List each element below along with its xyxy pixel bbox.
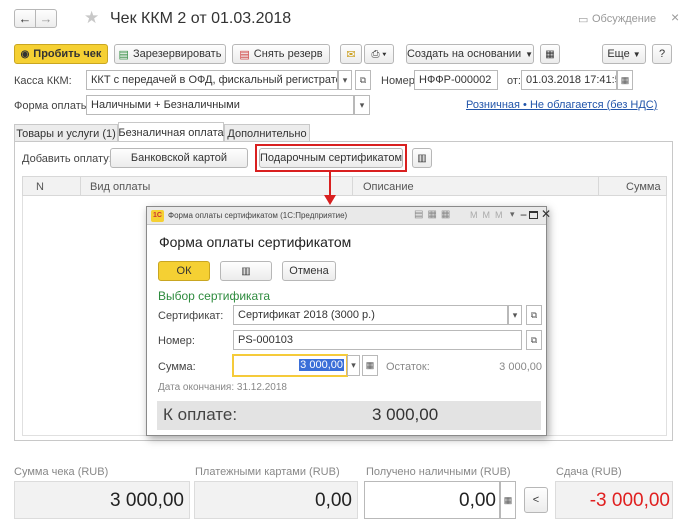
certificate-field[interactable]: Сертификат 2018 (3000 р.) bbox=[233, 305, 508, 325]
discussion-icon[interactable]: ▭ bbox=[578, 13, 588, 26]
number-field[interactable]: НФФР-000002 bbox=[414, 70, 498, 90]
dialog-minimize-icon[interactable]: − bbox=[520, 208, 527, 222]
remove-reserve-label: Снять резерв bbox=[253, 48, 323, 60]
column-divider bbox=[80, 176, 81, 196]
tab-additional[interactable]: Дополнительно bbox=[224, 124, 310, 142]
calculator-icon[interactable]: ▦ bbox=[362, 355, 378, 376]
dialog-close-icon[interactable]: ✕ bbox=[541, 207, 551, 221]
cancel-button[interactable]: Отмена bbox=[282, 261, 336, 281]
page-title: Чек ККМ 2 от 01.03.2018 bbox=[110, 10, 292, 27]
sum-label: Сумма: bbox=[158, 361, 196, 373]
cash-value: 0,00 bbox=[459, 490, 496, 511]
chevron-down-icon: ▼ bbox=[632, 49, 641, 59]
chevron-down-icon: ▼ bbox=[525, 49, 534, 59]
dialog-memory-icon[interactable]: MMM bbox=[470, 210, 508, 220]
payment-form-dropdown[interactable]: ▾ bbox=[354, 95, 370, 115]
reserve-icon: ▤ bbox=[118, 48, 129, 61]
reserve-label: Зарезервировать bbox=[132, 48, 222, 60]
cards-label: Платежными картами (RUB) bbox=[195, 466, 340, 478]
column-description: Описание bbox=[363, 181, 414, 193]
cards-value: 0,00 bbox=[315, 490, 352, 511]
gift-certificate-highlight bbox=[255, 144, 407, 172]
to-pay-label: К оплате: bbox=[163, 405, 238, 424]
cert-number-label: Номер: bbox=[158, 335, 195, 347]
kkm-open-icon[interactable]: ⧉ bbox=[355, 70, 371, 90]
cert-number-open-icon[interactable]: ⧉ bbox=[526, 330, 542, 350]
date-label: от: bbox=[507, 75, 521, 87]
to-pay-value: 3 000,00 bbox=[372, 405, 439, 424]
date-field[interactable]: 01.03.2018 17:41:55 bbox=[521, 70, 617, 90]
column-payment-type: Вид оплаты bbox=[90, 181, 151, 193]
remove-reserve-icon: ▤ bbox=[239, 48, 250, 61]
create-based-label: Создать на основании bbox=[406, 48, 522, 60]
dialog-title: Форма оплаты сертификатом bbox=[159, 234, 352, 250]
sum-field[interactable]: 3 000,00 bbox=[233, 355, 347, 376]
cert-number-field[interactable]: PS-000103 bbox=[233, 330, 522, 350]
column-n: N bbox=[36, 181, 44, 193]
column-divider bbox=[352, 176, 353, 196]
backspace-button[interactable]: < bbox=[524, 487, 548, 513]
expiry-date: Дата окончания: 31.12.2018 bbox=[158, 382, 287, 393]
mail-button[interactable]: ✉ bbox=[340, 44, 362, 64]
change-label: Сдача (RUB) bbox=[556, 466, 622, 478]
certificate-label: Сертификат: bbox=[158, 310, 224, 322]
scan-barcode-button[interactable]: ▥ bbox=[412, 148, 432, 168]
scan-barcode-button[interactable]: ▥ bbox=[220, 261, 272, 281]
forward-button[interactable]: → bbox=[35, 9, 57, 28]
ok-button[interactable]: ОК bbox=[158, 261, 210, 281]
section-title: Выбор сертификата bbox=[158, 289, 271, 303]
add-payment-label: Добавить оплату: bbox=[22, 153, 112, 165]
punch-check-label: Пробить чек bbox=[33, 48, 102, 60]
arrow-line bbox=[329, 172, 331, 196]
column-divider bbox=[598, 176, 599, 196]
change-value: -3 000,00 bbox=[589, 490, 670, 511]
tab-cashless[interactable]: Безналичная оплата bbox=[118, 122, 224, 142]
cash-label: Получено наличными (RUB) bbox=[366, 466, 511, 478]
kkm-label: Касса ККМ: bbox=[14, 75, 72, 87]
payment-form-field[interactable]: Наличными + Безналичными bbox=[86, 95, 354, 115]
balance-value: 3 000,00 bbox=[499, 361, 542, 373]
close-icon[interactable]: × bbox=[671, 9, 679, 25]
bank-card-button[interactable]: Банковской картой bbox=[110, 148, 248, 168]
check-sum-label: Сумма чека (RUB) bbox=[14, 466, 109, 478]
dialog-maximize-icon[interactable] bbox=[529, 211, 538, 219]
number-label: Номер: bbox=[381, 75, 418, 87]
star-icon[interactable]: ★ bbox=[84, 8, 99, 28]
retail-link[interactable]: Розничная • Не облагается (без НДС) bbox=[466, 99, 657, 111]
punch-check-button[interactable]: ◉ Пробить чек bbox=[14, 44, 108, 64]
more-label: Еще bbox=[607, 48, 630, 60]
sum-dropdown[interactable]: ▾ bbox=[347, 355, 360, 376]
balance-label: Остаток: bbox=[386, 361, 430, 373]
dialog-window-title: Форма оплаты сертификатом (1С:Предприяти… bbox=[168, 211, 348, 220]
certificate-open-icon[interactable]: ⧉ bbox=[526, 305, 542, 325]
reserve-button[interactable]: ▤ Зарезервировать bbox=[114, 44, 226, 64]
calendar-icon[interactable]: ▦ bbox=[617, 70, 633, 90]
discussion-link[interactable]: Обсуждение bbox=[592, 13, 656, 25]
certificate-dropdown[interactable]: ▾ bbox=[508, 305, 522, 325]
print-button[interactable]: ⎙ ▾ bbox=[364, 44, 394, 64]
calculator-icon[interactable]: ▦ bbox=[500, 481, 516, 519]
app-logo-icon: 1С bbox=[151, 210, 164, 222]
sum-value: 3 000,00 bbox=[299, 359, 344, 371]
dialog-menu-icon[interactable]: ▾ bbox=[510, 209, 515, 220]
payment-form-label: Форма оплаты: bbox=[14, 100, 92, 112]
kkm-field[interactable]: ККТ с передачей в ОФД, фискальный регист… bbox=[86, 70, 338, 90]
column-sum: Сумма bbox=[626, 181, 661, 193]
document-icon-button[interactable]: ▦ bbox=[540, 44, 560, 64]
kkm-dropdown[interactable]: ▾ bbox=[338, 70, 352, 90]
check-sum-value: 3 000,00 bbox=[110, 490, 184, 511]
check-icon: ◉ bbox=[20, 48, 30, 60]
help-button[interactable]: ? bbox=[652, 44, 672, 64]
back-button[interactable]: ← bbox=[14, 9, 36, 28]
more-button[interactable]: Еще ▼ bbox=[602, 44, 646, 64]
tab-goods[interactable]: Товары и услуги (1) bbox=[14, 124, 118, 142]
remove-reserve-button[interactable]: ▤ Снять резерв bbox=[232, 44, 330, 64]
dialog-tools-icon[interactable]: ▤▦▦ bbox=[414, 209, 454, 220]
create-based-button[interactable]: Создать на основании ▼ bbox=[406, 44, 534, 64]
arrow-head-icon bbox=[324, 195, 336, 205]
